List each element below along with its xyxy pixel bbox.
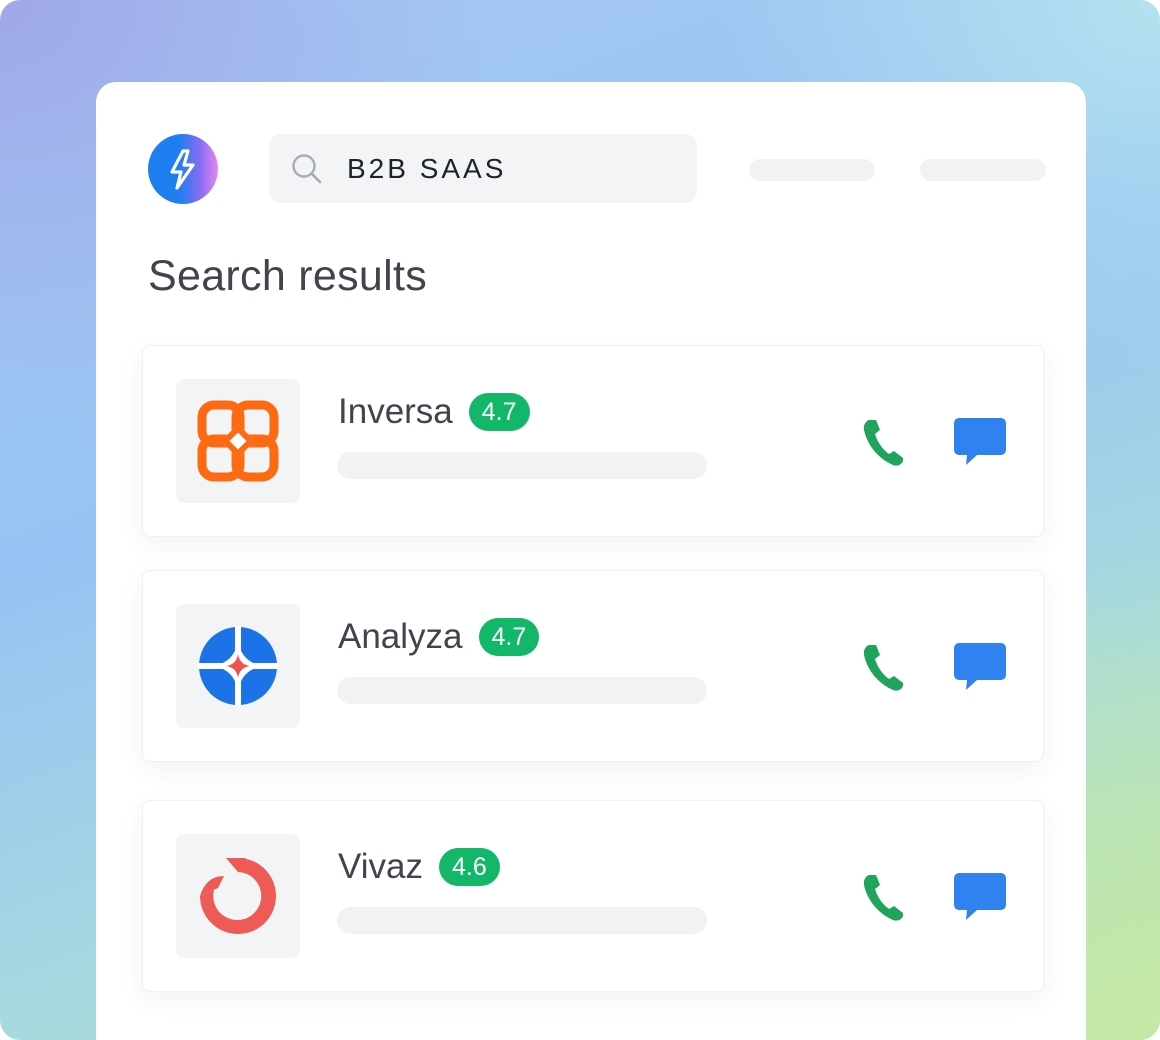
description-placeholder [337, 677, 707, 704]
result-card-vivaz[interactable]: Vivaz 4.6 [142, 800, 1044, 992]
rating-badge: 4.6 [438, 848, 500, 886]
nav-placeholder-1[interactable] [749, 159, 875, 181]
call-icon[interactable] [861, 416, 905, 468]
description-placeholder [337, 907, 707, 934]
page-title: Search results [148, 252, 428, 300]
result-card-analyza[interactable]: Analyza 4.7 [142, 570, 1044, 762]
background: Search results Inversa 4.7 [0, 0, 1160, 1040]
company-name[interactable]: Analyza 4.7 [338, 613, 540, 661]
app-window: Search results Inversa 4.7 [96, 82, 1086, 1040]
inversa-logo-icon [197, 400, 279, 482]
rating-badge: 4.7 [468, 393, 530, 431]
chat-icon[interactable] [953, 871, 1007, 923]
company-logo [176, 604, 300, 728]
vivaz-logo-icon [200, 858, 276, 934]
company-logo [176, 834, 300, 958]
company-name[interactable]: Inversa 4.7 [338, 388, 530, 436]
company-name[interactable]: Vivaz 4.6 [338, 843, 500, 891]
description-placeholder [337, 452, 707, 479]
chat-icon[interactable] [953, 416, 1007, 468]
analyza-logo-icon [198, 626, 278, 706]
rating-badge: 4.7 [478, 618, 540, 656]
search-input[interactable] [347, 134, 677, 203]
nav-placeholder-2[interactable] [920, 159, 1046, 181]
company-name-text[interactable]: Inversa [338, 388, 453, 436]
search-bar[interactable] [269, 134, 697, 203]
company-name-text[interactable]: Vivaz [338, 843, 423, 891]
company-name-text[interactable]: Analyza [338, 613, 463, 661]
company-logo [176, 379, 300, 503]
call-icon[interactable] [861, 871, 905, 923]
chat-icon[interactable] [953, 641, 1007, 693]
call-icon[interactable] [861, 641, 905, 693]
result-card-inversa[interactable]: Inversa 4.7 [142, 345, 1044, 537]
search-icon [292, 154, 322, 184]
lightning-bolt-icon [170, 149, 195, 190]
app-logo[interactable] [148, 134, 218, 204]
